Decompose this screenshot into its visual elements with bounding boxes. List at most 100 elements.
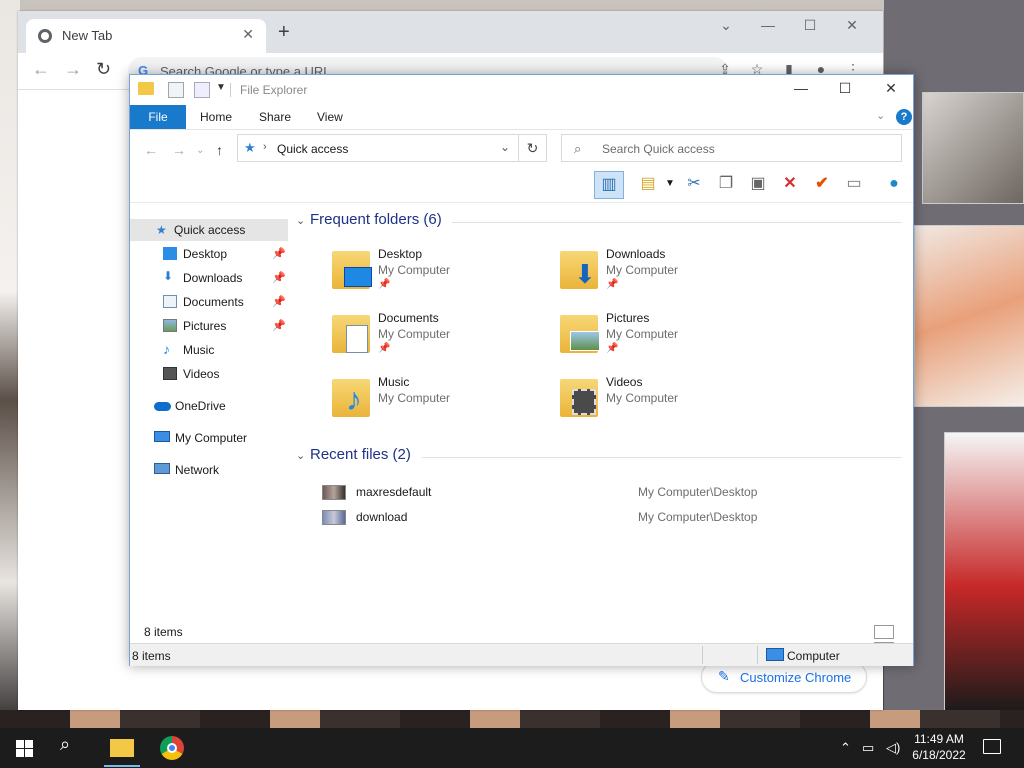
chevron-down-icon[interactable]: ⌄ bbox=[500, 140, 510, 154]
expand-ribbon-icon[interactable]: ⌄ bbox=[876, 109, 885, 122]
forward-arrow-icon[interactable]: → bbox=[64, 59, 82, 80]
tab-share[interactable]: Share bbox=[259, 110, 291, 124]
separator bbox=[230, 83, 231, 97]
chrome-tab[interactable]: New Tab ✕ bbox=[26, 19, 266, 53]
pictures-icon bbox=[163, 319, 177, 332]
folder-location: My Computer bbox=[378, 327, 451, 341]
back-arrow-icon[interactable]: ← bbox=[144, 142, 158, 158]
forward-arrow-icon[interactable]: → bbox=[172, 142, 186, 158]
search-icon[interactable]: ⌕ bbox=[60, 734, 84, 758]
sidebar-item-videos[interactable]: Videos bbox=[130, 363, 288, 385]
search-icon: ⌕ bbox=[574, 141, 582, 156]
close-icon[interactable]: ✕ bbox=[831, 17, 873, 34]
properties-icon[interactable] bbox=[168, 82, 184, 98]
show-hidden-icons-icon[interactable]: ⌃ bbox=[840, 740, 851, 756]
copy-icon[interactable]: ❐ bbox=[712, 171, 740, 197]
maximize-icon[interactable]: ☐ bbox=[822, 80, 868, 97]
paste-icon[interactable]: ▣ bbox=[744, 171, 772, 197]
breadcrumb-separator: › bbox=[263, 141, 267, 153]
breadcrumb: Quick access bbox=[277, 142, 349, 156]
computer-icon bbox=[766, 648, 784, 661]
new-tab-button[interactable]: + bbox=[278, 22, 290, 42]
sidebar-item-label: My Computer bbox=[175, 431, 248, 445]
refresh-button[interactable]: ↻ bbox=[519, 134, 547, 162]
maximize-icon[interactable]: ☐ bbox=[789, 17, 831, 34]
details-view-icon[interactable] bbox=[874, 625, 894, 639]
list-item[interactable]: maxresdefault My Computer\Desktop bbox=[322, 482, 882, 502]
folder-tile-videos[interactable]: Videos My Computer bbox=[560, 373, 780, 433]
up-arrow-icon[interactable]: ↑ bbox=[216, 142, 223, 158]
volume-icon[interactable]: ◁) bbox=[886, 740, 900, 756]
tab-search-icon[interactable]: ⌄ bbox=[705, 17, 747, 34]
sidebar-item-my-computer[interactable]: My Computer bbox=[130, 427, 288, 449]
pin-icon: 📌 bbox=[606, 343, 619, 354]
cut-icon[interactable]: ✂ bbox=[680, 171, 708, 197]
folder-tile-desktop[interactable]: Desktop My Computer 📌 bbox=[332, 245, 552, 305]
folder-location: My Computer bbox=[606, 263, 679, 277]
folder-tile-downloads[interactable]: ⬇ Downloads My Computer 📌 bbox=[560, 245, 780, 305]
group-divider bbox=[452, 222, 902, 223]
chrome-taskbar-icon[interactable] bbox=[160, 736, 184, 760]
recent-locations-icon[interactable]: ⌄ bbox=[196, 145, 204, 156]
tab-file[interactable]: File bbox=[130, 105, 186, 129]
videos-icon bbox=[163, 367, 177, 380]
documents-folder-icon bbox=[332, 315, 370, 353]
sidebar-item-pictures[interactable]: Pictures 📌 bbox=[130, 315, 288, 337]
sidebar-item-label: Desktop bbox=[183, 247, 228, 261]
sidebar-item-quick-access[interactable]: ★ Quick access bbox=[130, 219, 288, 241]
separator bbox=[757, 646, 758, 664]
close-tab-icon[interactable]: ✕ bbox=[242, 26, 254, 43]
back-arrow-icon[interactable]: ← bbox=[32, 59, 50, 80]
preview-pane-icon[interactable]: ▥ bbox=[594, 171, 624, 199]
minimize-icon[interactable]: — bbox=[778, 80, 824, 96]
frequent-folders-header[interactable]: ⌄ Frequent folders (6) bbox=[296, 211, 442, 228]
folder-tile-documents[interactable]: Documents My Computer 📌 bbox=[332, 309, 552, 369]
new-folder-icon[interactable] bbox=[194, 82, 210, 98]
group-divider bbox=[422, 457, 902, 458]
minimize-icon[interactable]: — bbox=[747, 17, 789, 33]
rename-icon[interactable]: ▭ bbox=[840, 171, 868, 197]
sidebar-item-label: Downloads bbox=[183, 271, 243, 285]
file-path: My Computer\Desktop bbox=[638, 510, 758, 524]
sidebar-item-label: Documents bbox=[183, 295, 244, 309]
tab-view[interactable]: View bbox=[317, 110, 343, 124]
recent-files-header[interactable]: ⌄ Recent files (2) bbox=[296, 446, 411, 463]
network-icon[interactable]: ▭ bbox=[862, 740, 874, 756]
globe-icon[interactable]: ● bbox=[880, 171, 908, 197]
checkmark-icon[interactable]: ✔ bbox=[808, 171, 836, 197]
status-item-count: 8 items bbox=[132, 649, 171, 663]
folder-name: Downloads bbox=[606, 247, 666, 261]
notification-icon[interactable] bbox=[983, 739, 1001, 754]
help-icon[interactable]: ? bbox=[896, 109, 912, 125]
address-bar[interactable]: ★ › Quick access ⌄ bbox=[237, 134, 519, 162]
folder-icon bbox=[138, 82, 154, 95]
folder-tile-music[interactable]: ♪ Music My Computer bbox=[332, 373, 552, 433]
taskbar: ⌕ ⌃ ▭ ◁) 11:49 AM 6/18/2022 bbox=[0, 728, 1024, 768]
delete-icon[interactable]: ✕ bbox=[776, 171, 804, 197]
list-item[interactable]: download My Computer\Desktop bbox=[322, 507, 882, 527]
sidebar-item-downloads[interactable]: ⬇ Downloads 📌 bbox=[130, 267, 288, 289]
chevron-down-icon[interactable]: ▼ bbox=[216, 82, 226, 93]
sidebar-item-desktop[interactable]: Desktop 📌 bbox=[130, 243, 288, 265]
folder-name: Desktop bbox=[378, 247, 423, 261]
folder-location: My Computer bbox=[606, 327, 679, 341]
close-icon[interactable]: ✕ bbox=[868, 80, 914, 97]
file-explorer-taskbar-icon[interactable] bbox=[104, 739, 140, 767]
search-input[interactable]: ⌕ Search Quick access bbox=[561, 134, 902, 162]
folder-tile-pictures[interactable]: Pictures My Computer 📌 bbox=[560, 309, 780, 369]
ribbon-tabs: File Home Share View ⌄ ? bbox=[130, 105, 913, 130]
sidebar-item-music[interactable]: ♪ Music bbox=[130, 339, 288, 361]
sidebar-item-network[interactable]: Network bbox=[130, 459, 288, 481]
status-bar: 8 items Computer bbox=[130, 643, 913, 666]
desktop-icon bbox=[163, 247, 177, 260]
sidebar-item-documents[interactable]: Documents 📌 bbox=[130, 291, 288, 313]
star-icon: ★ bbox=[156, 223, 167, 237]
tab-home[interactable]: Home bbox=[200, 110, 232, 124]
windows-start-icon[interactable] bbox=[14, 736, 38, 760]
sidebar-item-onedrive[interactable]: OneDrive bbox=[130, 395, 288, 417]
downloads-folder-icon: ⬇ bbox=[560, 251, 598, 289]
download-icon: ⬇ bbox=[163, 269, 174, 283]
image-file-icon bbox=[322, 510, 346, 525]
system-clock[interactable]: 11:49 AM 6/18/2022 bbox=[906, 732, 972, 762]
reload-icon[interactable]: ↻ bbox=[96, 59, 111, 80]
